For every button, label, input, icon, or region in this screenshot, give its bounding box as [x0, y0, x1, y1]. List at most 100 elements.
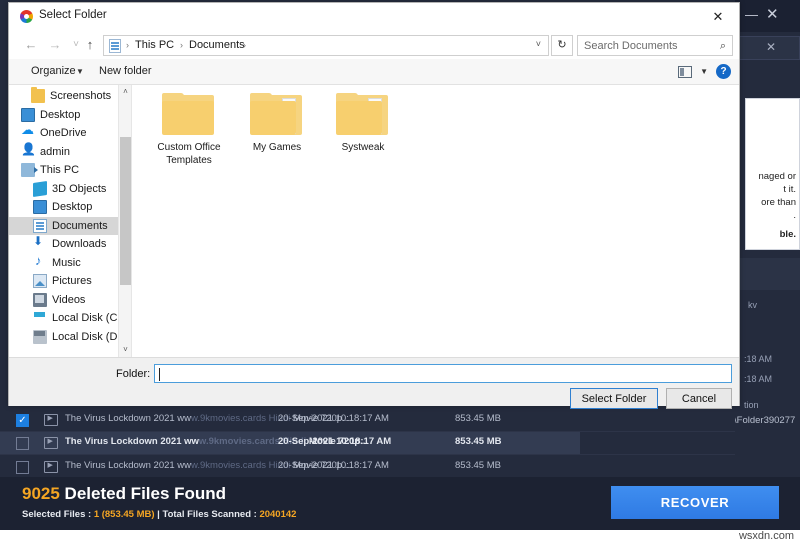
- vid-icon: [33, 292, 47, 307]
- tree-item-label: This PC: [40, 164, 80, 176]
- folder-icon: [336, 93, 390, 137]
- table-row[interactable]: ✓ The Virus Lockdown 2021 www.9kmovies.c…: [0, 409, 735, 432]
- tree-item-label: Videos: [52, 293, 86, 306]
- music-icon: [33, 253, 47, 270]
- organize-button[interactable]: Organize: [31, 65, 76, 77]
- disk-icon: [33, 329, 47, 344]
- close-icon[interactable]: ✕: [703, 7, 733, 27]
- select-folder-dialog: Select Folder ✕ ← → ˅ ↑ › This PC › Docu…: [8, 2, 740, 409]
- tree-item-label: Local Disk (D:): [52, 330, 125, 343]
- row-checkbox[interactable]: [16, 437, 29, 450]
- tree-item-onedrive[interactable]: OneDrive: [9, 122, 131, 142]
- tree-item-screenshots[interactable]: Screenshots: [9, 87, 131, 105]
- app-minimize-button[interactable]: —: [745, 8, 758, 22]
- info-popup-line-4: .: [793, 210, 796, 221]
- back-arrow-icon[interactable]: ←: [21, 36, 41, 54]
- watermark: wsxdn.com: [738, 530, 794, 542]
- scroll-up-icon[interactable]: ˄: [119, 85, 131, 99]
- search-icon: ⌕: [719, 40, 726, 52]
- file-size-cell: 853.45 MB: [455, 436, 502, 447]
- video-file-icon: [44, 414, 58, 426]
- tree-scrollbar[interactable]: ˄ ˅: [118, 85, 131, 357]
- up-arrow-icon[interactable]: ↑: [80, 36, 100, 54]
- user-icon: [21, 142, 36, 159]
- deleted-files-count: 9025: [22, 484, 60, 503]
- tree-item-label: Music: [52, 256, 81, 269]
- dialog-titlebar: [9, 3, 739, 31]
- tree-item-pictures[interactable]: Pictures: [9, 272, 131, 290]
- tree-item-desktop[interactable]: Desktop: [9, 198, 131, 216]
- app-close-button[interactable]: ✕: [766, 7, 779, 22]
- tree-item-label: Desktop: [52, 201, 93, 213]
- new-folder-button[interactable]: New folder: [99, 65, 152, 77]
- folder-icon: [250, 93, 304, 137]
- chevron-down-icon[interactable]: ˅: [536, 39, 541, 49]
- text-caret: [159, 368, 160, 381]
- search-box[interactable]: Search Documents ⌕: [577, 35, 733, 56]
- right-col-kv: kv: [748, 300, 757, 310]
- pc-icon: [21, 163, 38, 177]
- tree-item-local-disk-d[interactable]: Local Disk (D:): [9, 328, 131, 346]
- dialog-title: Select Folder: [39, 9, 107, 21]
- file-size-cell: 853.45 MB: [455, 413, 501, 424]
- search-input-placeholder[interactable]: Search Documents: [584, 40, 678, 52]
- tree-item-local-disk-c[interactable]: Local Disk (C:): [9, 309, 131, 327]
- tree-item-label: Downloads: [52, 238, 107, 250]
- chevron-down-icon[interactable]: ▼: [76, 67, 84, 76]
- recover-button[interactable]: RECOVER: [611, 486, 779, 519]
- total-scanned-value: 2040142: [259, 509, 297, 520]
- tree-item-label: Documents: [52, 219, 108, 232]
- refresh-icon[interactable]: ↻: [551, 35, 573, 56]
- folder-icon: [31, 87, 45, 103]
- monitor-icon: [21, 107, 35, 122]
- folder-input[interactable]: [154, 364, 732, 383]
- breadcrumb-separator: ›: [180, 40, 183, 50]
- breadcrumb-documents[interactable]: Documents: [189, 39, 245, 51]
- file-date-cell: 20-Sep-2021 10:18:17 AM: [278, 413, 389, 424]
- right-col-time-1: :18 AM: [744, 354, 773, 364]
- screenshot-root: — ✕ ✕ naged or t it. ore than . ble. kv …: [0, 0, 800, 543]
- file-pane-scrollbar[interactable]: [726, 85, 739, 357]
- scroll-down-icon[interactable]: ˅: [119, 343, 131, 357]
- tree-item-downloads[interactable]: Downloads: [9, 234, 131, 253]
- app-logo-icon: [20, 10, 33, 23]
- table-row[interactable]: The Virus Lockdown 2021 www.9kmovies.car…: [0, 432, 580, 455]
- tree-item-admin[interactable]: admin: [9, 142, 131, 161]
- select-folder-button[interactable]: Select Folder: [570, 388, 658, 409]
- row-checkbox[interactable]: [16, 461, 29, 474]
- scrollbar-thumb[interactable]: [120, 137, 131, 285]
- tree-item-this-pc[interactable]: This PC: [9, 161, 131, 179]
- tree-item-videos[interactable]: Videos: [9, 291, 131, 309]
- selected-files-value: 1 (853.45 MB): [93, 509, 155, 520]
- file-date-cell: 20-Sep-2021 10:18:17 AM: [278, 460, 389, 471]
- folder-tile-label: Systweak: [341, 142, 385, 153]
- chevron-down-icon[interactable]: ▼: [700, 67, 708, 76]
- tree-item-desktop[interactable]: Desktop: [9, 106, 131, 124]
- row-checkbox-checked[interactable]: ✓: [16, 414, 29, 427]
- folder-tile[interactable]: Custom Office Templates: [144, 93, 234, 167]
- right-col-tion: tion: [744, 400, 759, 410]
- deleted-files-found-headline: 9025 Deleted Files Found: [22, 484, 227, 503]
- forward-arrow-icon[interactable]: →: [45, 36, 65, 54]
- info-popup-line-5: ble.: [779, 229, 796, 240]
- tree-item-3d-objects[interactable]: 3D Objects: [9, 180, 131, 198]
- documents-folder-icon: [109, 39, 121, 53]
- cancel-button[interactable]: Cancel: [666, 388, 732, 409]
- breadcrumb-this-pc[interactable]: This PC: [135, 39, 174, 51]
- app-subpanel-close-button[interactable]: ✕: [766, 40, 776, 54]
- breadcrumb-separator: ›: [126, 40, 129, 50]
- pic-icon: [33, 274, 47, 288]
- folder-tile[interactable]: My Games: [232, 93, 322, 154]
- tree-item-documents[interactable]: Documents: [9, 216, 131, 235]
- table-row[interactable]: The Virus Lockdown 2021 www.9kmovies.car…: [0, 456, 735, 479]
- dialog-content: Local Disk (D:) Local Disk (C:) Videos Pict…: [9, 85, 739, 357]
- address-bar[interactable]: › This PC › Documents › ˅: [103, 35, 549, 56]
- tree-item-music[interactable]: Music: [9, 253, 131, 272]
- view-layout-icon[interactable]: [678, 66, 692, 78]
- table-row-right-fill: [580, 432, 735, 455]
- folder-tile[interactable]: Systweak: [318, 93, 408, 154]
- monitor-icon: [33, 200, 47, 214]
- help-icon[interactable]: ?: [716, 64, 731, 79]
- info-popup-line-2: t it.: [783, 184, 796, 195]
- tree-item-label: Local Disk (C:): [52, 312, 125, 324]
